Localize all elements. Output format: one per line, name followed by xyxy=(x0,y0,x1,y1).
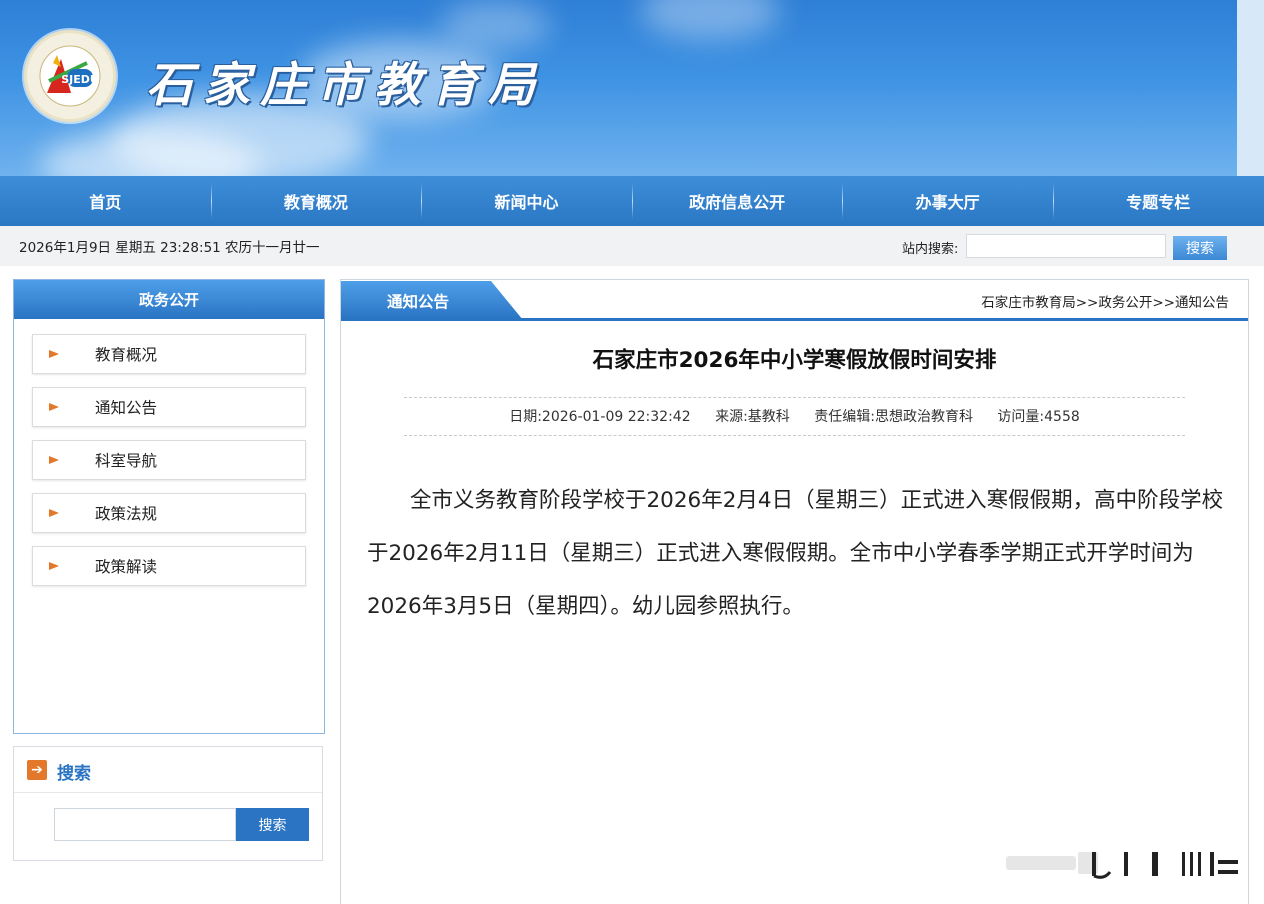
divider xyxy=(404,435,1185,436)
nav-item-special-topics[interactable]: 专题专栏 xyxy=(1052,176,1264,226)
article-source: 来源:基教科 xyxy=(715,409,790,425)
site-search-label: 站内搜索: xyxy=(902,242,959,257)
sidebar-item-label: 政策解读 xyxy=(95,558,158,576)
arrow-right-icon xyxy=(49,456,59,464)
sidebar-item-label: 政策法规 xyxy=(95,505,158,523)
sidebar-search-title: 搜索 xyxy=(57,764,91,784)
current-datetime: 2026年1月9日 星期五 23:28:51 农历十一月廿一 xyxy=(19,240,320,256)
sidebar-item-label: 科室导航 xyxy=(95,452,158,470)
article-date: 日期:2026-01-09 22:32:42 xyxy=(509,409,691,425)
sidebar-item-label: 通知公告 xyxy=(95,399,158,417)
sidebar-item-policies[interactable]: 政策法规 xyxy=(32,493,306,533)
logo-emblem-icon: SJEDU xyxy=(39,45,101,107)
watermark-icon xyxy=(1006,852,1238,879)
divider xyxy=(404,397,1185,398)
sidebar-item-notices[interactable]: 通知公告 xyxy=(32,387,306,427)
article-views: 访问量:4558 xyxy=(997,409,1080,425)
site-search-input[interactable] xyxy=(966,234,1166,258)
cloud-decoration xyxy=(440,0,550,50)
article-body: 全市义务教育阶段学校于2026年2月4日（星期三）正式进入寒假假期，高中阶段学校… xyxy=(367,488,1224,619)
sidebar-search-input[interactable] xyxy=(54,808,236,841)
article-title: 石家庄市2026年中小学寒假放假时间安排 xyxy=(592,348,997,373)
sidebar-item-label: 教育概况 xyxy=(95,346,158,364)
logo-text: SJEDU xyxy=(61,73,99,86)
nav-item-gov-info[interactable]: 政府信息公开 xyxy=(631,176,843,226)
breadcrumb[interactable]: 石家庄市教育局>>政务公开>>通知公告 xyxy=(981,291,1229,311)
sidebar-heading: 政务公开 xyxy=(14,280,324,319)
sidebar-search-button[interactable]: 搜索 xyxy=(236,808,309,841)
nav-item-home[interactable]: 首页 xyxy=(0,176,211,226)
arrow-right-icon xyxy=(49,350,59,358)
sidebar-item-department-nav[interactable]: 科室导航 xyxy=(32,440,306,480)
site-title: 石家庄市教育局 xyxy=(146,58,545,113)
cloud-decoration xyxy=(640,0,780,40)
arrow-box-icon: ➔ xyxy=(27,760,47,780)
nav-item-service-hall[interactable]: 办事大厅 xyxy=(842,176,1053,226)
arrow-right-icon xyxy=(49,403,59,411)
nav-item-education-overview[interactable]: 教育概况 xyxy=(210,176,422,226)
article-meta: 日期:2026-01-09 22:32:42 来源:基教科 责任编辑:思想政治教… xyxy=(341,406,1248,426)
sidebar-item-education-overview[interactable]: 教育概况 xyxy=(32,334,306,374)
tab-notices[interactable]: 通知公告 xyxy=(341,281,523,320)
main-nav: 首页 教育概况 新闻中心 政府信息公开 办事大厅 专题专栏 xyxy=(0,176,1264,226)
article-editor: 责任编辑:思想政治教育科 xyxy=(814,409,973,425)
arrow-right-icon xyxy=(49,509,59,517)
arrow-right-icon xyxy=(49,562,59,570)
site-logo[interactable]: SJEDU xyxy=(24,30,116,122)
nav-item-news-center[interactable]: 新闻中心 xyxy=(421,176,632,226)
banner-edge xyxy=(1237,0,1264,176)
sidebar-item-policy-interpretation[interactable]: 政策解读 xyxy=(32,546,306,586)
site-search-button[interactable]: 搜索 xyxy=(1173,236,1227,260)
